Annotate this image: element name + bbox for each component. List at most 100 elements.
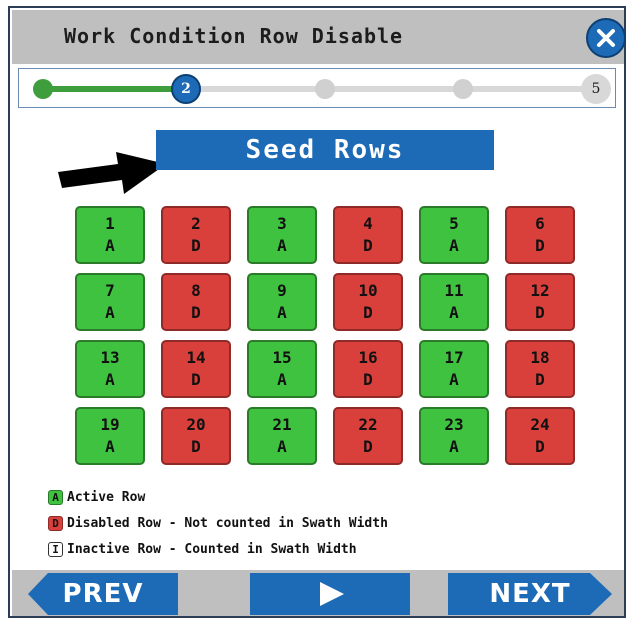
row-number: 23 <box>444 415 464 434</box>
row-cell-4[interactable]: 4D <box>333 206 403 264</box>
row-status: A <box>277 303 287 322</box>
progress-start-dot <box>33 79 53 99</box>
row-cell-18[interactable]: 18 D <box>505 340 575 398</box>
row-status: D <box>363 370 373 389</box>
row-status: A <box>277 236 287 255</box>
prev-button-label: PREV <box>62 579 144 609</box>
step-progress: 2 5 <box>18 68 616 108</box>
row-number: 3 <box>277 214 287 233</box>
row-number: 13 <box>100 348 120 367</box>
row-number: 11 <box>444 281 464 300</box>
row-status: A <box>105 370 115 389</box>
row-status: A <box>449 236 459 255</box>
total-steps-indicator: 5 <box>581 74 611 104</box>
navigation-bar: PREV NEXT <box>12 570 624 616</box>
seed-rows-banner: Seed Rows <box>156 130 494 170</box>
row-number: 16 <box>358 348 378 367</box>
dialog-window: Work Condition Row Disable 2 5 Seed Rows… <box>8 6 626 618</box>
prev-button[interactable]: PREV <box>28 573 178 615</box>
legend-item-inactive: I Inactive Row - Counted in Swath Width <box>48 536 388 562</box>
legend-label-inactive: Inactive Row - Counted in Swath Width <box>67 541 357 557</box>
row-number: 19 <box>100 415 120 434</box>
row-status: D <box>363 437 373 456</box>
row-status: A <box>449 437 459 456</box>
row-cell-19[interactable]: 19 A <box>75 407 145 465</box>
legend-key-active: A <box>48 489 63 505</box>
row-cell-12[interactable]: 12 D <box>505 273 575 331</box>
row-number: 22 <box>358 415 378 434</box>
row-number: 1 <box>105 214 115 233</box>
row-status: A <box>277 370 287 389</box>
row-status: A <box>105 437 115 456</box>
row-status: D <box>535 437 545 456</box>
close-icon <box>597 29 615 47</box>
legend-item-active: A Active Row <box>48 484 388 510</box>
row-status: D <box>535 303 545 322</box>
progress-step-dot <box>453 79 473 99</box>
row-cell-8[interactable]: 8D <box>161 273 231 331</box>
legend-key-disabled: D <box>48 515 63 531</box>
row-status: D <box>535 236 545 255</box>
legend-key-inactive: I <box>48 541 63 557</box>
row-status: A <box>277 437 287 456</box>
window-title: Work Condition Row Disable <box>64 24 404 48</box>
progress-fill <box>43 86 181 92</box>
row-cell-1[interactable]: 1A <box>75 206 145 264</box>
row-cell-9[interactable]: 9A <box>247 273 317 331</box>
row-cell-11[interactable]: 11 A <box>419 273 489 331</box>
current-step-indicator: 2 <box>171 74 201 104</box>
play-icon <box>250 573 410 615</box>
row-cell-7[interactable]: 7A <box>75 273 145 331</box>
row-cell-20[interactable]: 20 D <box>161 407 231 465</box>
row-cell-5[interactable]: 5A <box>419 206 489 264</box>
row-cell-23[interactable]: 23 A <box>419 407 489 465</box>
row-status: A <box>105 303 115 322</box>
row-number: 10 <box>358 281 378 300</box>
pointer-arrow-icon <box>58 152 166 194</box>
row-number: 20 <box>186 415 206 434</box>
row-cell-10[interactable]: 10 D <box>333 273 403 331</box>
row-number: 4 <box>363 214 373 233</box>
row-number: 17 <box>444 348 464 367</box>
row-number: 15 <box>272 348 292 367</box>
row-cell-22[interactable]: 22 D <box>333 407 403 465</box>
row-cell-6[interactable]: 6D <box>505 206 575 264</box>
row-status: A <box>449 303 459 322</box>
title-bar: Work Condition Row Disable <box>12 10 626 64</box>
row-status: D <box>191 370 201 389</box>
row-cell-15[interactable]: 15 A <box>247 340 317 398</box>
row-number: 12 <box>530 281 550 300</box>
row-number: 7 <box>105 281 115 300</box>
close-button[interactable] <box>586 18 626 58</box>
progress-step-dot <box>315 79 335 99</box>
row-grid: 1 A 2 D 3 A 4 D 5 A 6 D 7 A 8 D 9 A 10 D 11 A 12 D 13 A 14 D 15 A 16 D 1… <box>75 206 575 465</box>
row-cell-16[interactable]: 16 D <box>333 340 403 398</box>
row-cell-17[interactable]: 17 A <box>419 340 489 398</box>
row-status: D <box>535 370 545 389</box>
legend-label-disabled: Disabled Row - Not counted in Swath Widt… <box>67 515 388 531</box>
row-cell-21[interactable]: 21 A <box>247 407 317 465</box>
row-status: D <box>191 303 201 322</box>
row-number: 5 <box>449 214 459 233</box>
row-number: 21 <box>272 415 292 434</box>
row-cell-3[interactable]: 3A <box>247 206 317 264</box>
row-number: 2 <box>191 214 201 233</box>
row-cell-14[interactable]: 14 D <box>161 340 231 398</box>
row-number: 14 <box>186 348 206 367</box>
next-button-label: NEXT <box>489 579 571 609</box>
row-number: 24 <box>530 415 550 434</box>
legend: A Active Row D Disabled Row - Not counte… <box>48 484 388 562</box>
row-cell-13[interactable]: 13 A <box>75 340 145 398</box>
row-status: D <box>363 303 373 322</box>
legend-label-active: Active Row <box>67 489 146 505</box>
legend-item-disabled: D Disabled Row - Not counted in Swath Wi… <box>48 510 388 536</box>
play-button[interactable] <box>250 573 410 615</box>
row-status: D <box>191 236 201 255</box>
row-status: D <box>191 437 201 456</box>
row-number: 6 <box>535 214 545 233</box>
row-status: D <box>363 236 373 255</box>
row-cell-2[interactable]: 2D <box>161 206 231 264</box>
next-button[interactable]: NEXT <box>448 573 612 615</box>
row-cell-24[interactable]: 24 D <box>505 407 575 465</box>
row-number: 9 <box>277 281 287 300</box>
